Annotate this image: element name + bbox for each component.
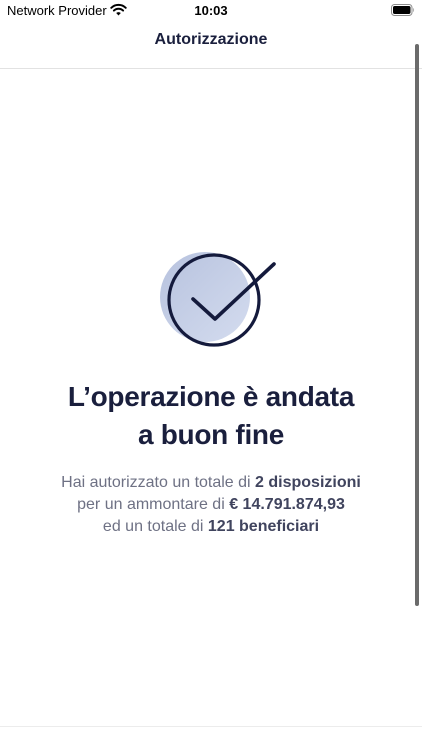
total-amount: € 14.791.874,93 bbox=[229, 496, 345, 513]
summary-dispositions-label: Hai autorizzato un totale di bbox=[61, 474, 256, 491]
check-circle-icon bbox=[160, 252, 276, 347]
status-bar: Network Provider 10:03 bbox=[0, 0, 422, 22]
clock: 10:03 bbox=[194, 3, 228, 18]
summary-amount-label: per un ammontare di bbox=[77, 496, 230, 513]
dispositions-count: 2 disposizioni bbox=[255, 474, 361, 491]
summary-dispositions: Hai autorizzato un totale di 2 disposizi… bbox=[20, 472, 402, 494]
summary-beneficiaries-label: ed un totale di bbox=[102, 518, 208, 535]
battery-icon bbox=[391, 4, 415, 16]
authorization-summary: Hai autorizzato un totale di 2 disposizi… bbox=[20, 472, 402, 538]
summary-beneficiaries: ed un totale di 121 beneficiari bbox=[20, 516, 402, 538]
summary-amount: per un ammontare di € 14.791.874,93 bbox=[20, 494, 402, 516]
scrollbar[interactable] bbox=[415, 44, 419, 606]
headline-line-2: a buon fine bbox=[137, 419, 285, 450]
bottom-divider bbox=[0, 726, 422, 727]
beneficiaries-count: 121 beneficiari bbox=[207, 518, 320, 535]
success-headline: L’operazione è andata a buon fine bbox=[20, 378, 402, 454]
headline-line-1: L’operazione è andata bbox=[67, 381, 355, 412]
page-title: Autorizzazione bbox=[154, 31, 268, 48]
navigation-bar: Autorizzazione bbox=[0, 22, 422, 69]
